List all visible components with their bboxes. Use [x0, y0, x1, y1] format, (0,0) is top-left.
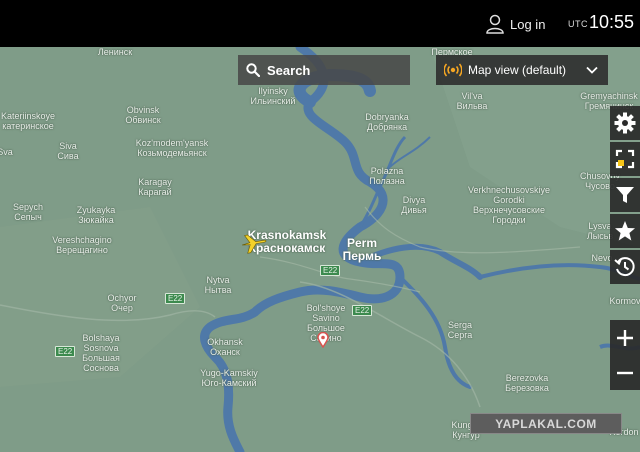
map-label-serga: Serga Серга: [447, 320, 473, 340]
road-shield-e22: E22: [55, 346, 76, 357]
road-shield-e22: E22: [320, 265, 341, 276]
map-label-yugo-kamsky: Yugo-Kamskiy Юго-Камский: [200, 368, 258, 388]
road-shield-e22: E22: [352, 305, 373, 316]
map-label-nytva: Nytva Нытва: [204, 275, 232, 295]
history-icon: [614, 257, 635, 277]
map-label-berezovka: Berezovka Березовка: [505, 373, 549, 393]
zoom-out-button[interactable]: [610, 355, 640, 390]
top-bar: Log in UTC 10:55: [0, 0, 640, 47]
expand-icon: [615, 149, 635, 169]
search-icon: [246, 63, 260, 77]
zoom-controls: [610, 320, 640, 390]
map-label-okhansk: Okhansk Оханск: [207, 337, 243, 357]
map-label-perm: Perm Пермь: [342, 236, 382, 263]
login-label: Log in: [510, 16, 546, 32]
map-label-zyukayka: Zyukayka Зюкайка: [76, 205, 116, 225]
map-label-karagay: Karagay Карагай: [138, 177, 172, 197]
filter-icon: [616, 187, 634, 203]
road-shield-e22: E22: [165, 293, 186, 304]
clock-time: 10:55: [589, 12, 635, 32]
utc-label: UTC: [568, 19, 588, 29]
map-label-dobryanka: Dobryanka Добрянка: [365, 112, 409, 132]
chevron-down-icon: [586, 66, 598, 74]
map-label-ochyor: Ochyor Очер: [107, 293, 137, 313]
aircraft-marker[interactable]: [240, 231, 268, 260]
filter-button[interactable]: [610, 178, 640, 212]
map-label-leninsk: Ленинск: [97, 47, 133, 57]
minus-icon: [617, 371, 633, 374]
map-label-verkhnechusovskiye: Verkhnechusovskiye Gorodki Верхнечусовск…: [467, 185, 551, 225]
star-icon: [615, 221, 635, 241]
settings-button[interactable]: [610, 106, 640, 140]
map-label-obvinsk: Obvinsk Обвинск: [125, 105, 161, 125]
map-label-divya: Divya Дивья: [401, 195, 427, 215]
gear-icon: [614, 112, 636, 134]
login-button[interactable]: Log in: [486, 12, 545, 36]
map-label-polazna: Polazna Полазна: [369, 166, 405, 186]
map-label-kormov: Kormov: [609, 296, 640, 306]
location-pin-icon[interactable]: [317, 332, 329, 348]
fullscreen-button[interactable]: [610, 142, 640, 176]
map-label-ilyinsky: Ilyinsky Ильинский: [250, 86, 296, 106]
watermark: YAPLAKAL.COM: [470, 413, 622, 434]
map-label-sva: Sva: [0, 147, 13, 157]
map-view-label: Map view (default): [468, 63, 567, 77]
map-label-kateriinskoye: Kateriinskoye катеринское: [0, 111, 56, 131]
search-label: Search: [267, 62, 311, 78]
map-label-vereshchagino: Vereshchagino Верещагино: [52, 235, 112, 255]
map-label-siva: Siva Сива: [57, 141, 79, 161]
map-label-bolshaya-sosnova: Bolshaya Sosnova Большая Сосновa: [82, 333, 120, 373]
search-bar[interactable]: Search: [238, 55, 410, 85]
map-canvas[interactable]: Ленинск Пермское Gremyachinsk Гремячинск…: [0, 47, 640, 452]
plus-icon: [617, 329, 633, 346]
playback-button[interactable]: [610, 250, 640, 284]
map-label-sepych: Sepych Сепыч: [12, 202, 44, 222]
user-icon: [486, 14, 504, 34]
zoom-in-button[interactable]: [610, 320, 640, 355]
map-label-gremyachinsk-en: Gremyachinsk: [580, 91, 638, 101]
airplane-icon: [242, 234, 267, 254]
map-view-dropdown[interactable]: Map view (default): [436, 55, 608, 85]
map-label-kozmodemyansk: Koz'modem'yansk Козьмодемьянск: [135, 138, 209, 158]
favorites-button[interactable]: [610, 214, 640, 248]
broadcast-icon: [444, 63, 462, 77]
map-label-vilva: Vil'va Вильва: [456, 91, 488, 111]
